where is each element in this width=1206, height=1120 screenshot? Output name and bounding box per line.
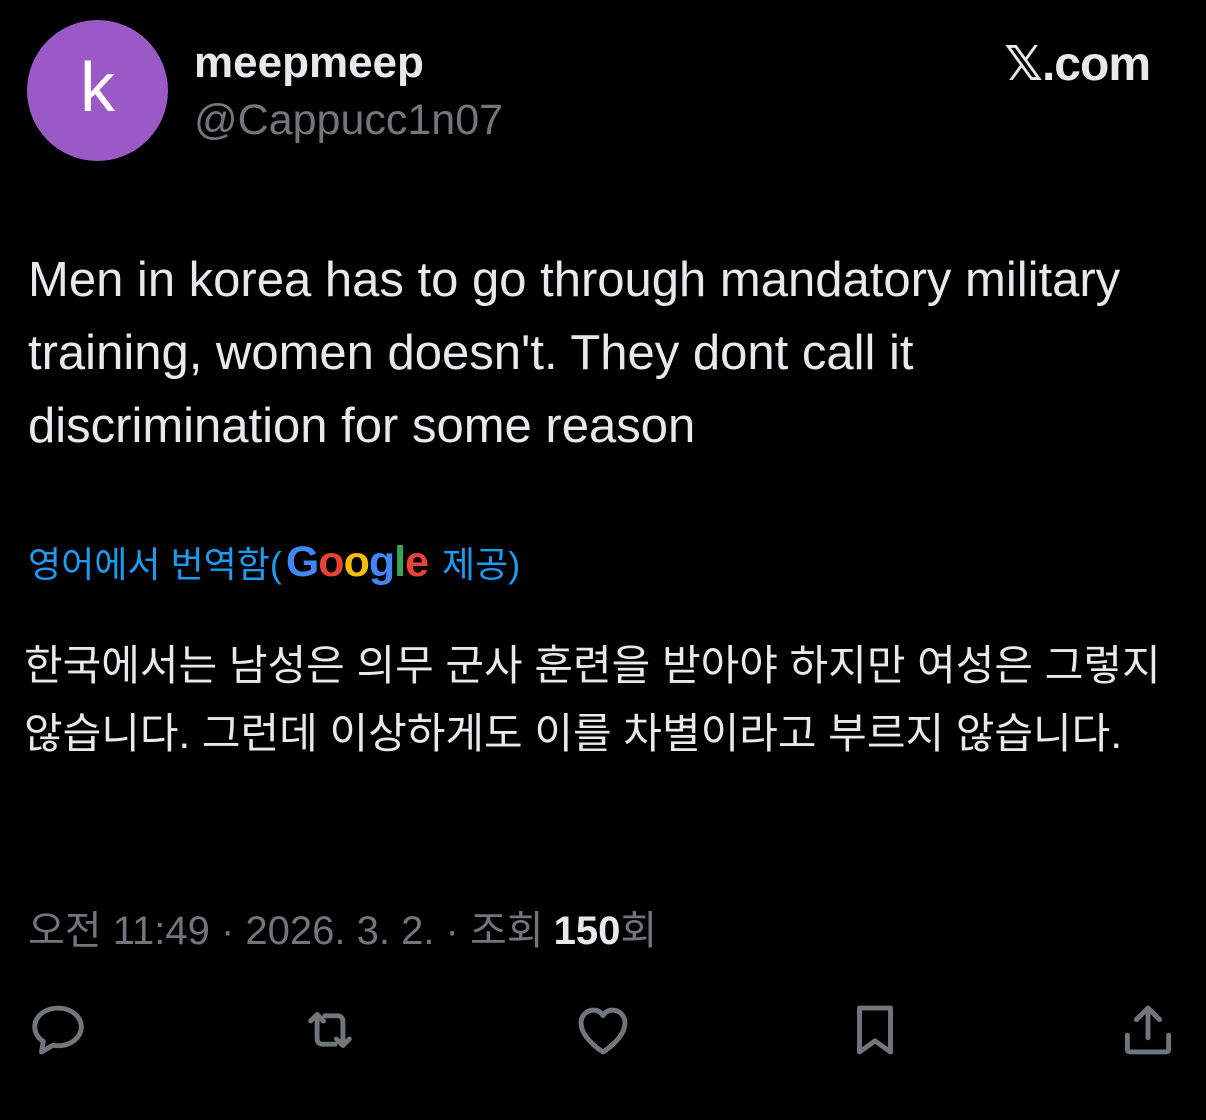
author-handle[interactable]: @Cappucc1n07	[194, 96, 503, 145]
share-button[interactable]	[1113, 995, 1183, 1065]
author-display-name[interactable]: meepmeep	[194, 38, 424, 88]
avatar[interactable]: k	[27, 20, 168, 161]
bookmark-button[interactable]	[840, 995, 910, 1065]
retweet-icon	[308, 1012, 352, 1048]
view-count: 150	[553, 909, 621, 953]
tweet-meta: 오전 11:49 · 2026. 3. 2. · 조회 150 회	[28, 898, 657, 956]
translation-attribution[interactable]: 영어에서 번역함( Google 제공)	[28, 536, 520, 588]
reply-icon	[32, 1005, 84, 1055]
retweet-button[interactable]	[295, 995, 365, 1065]
translation-label: 영어에서 번역함(	[28, 544, 282, 585]
bookmark-icon	[857, 1005, 893, 1055]
translation-suffix: 제공)	[442, 544, 521, 585]
x-brand-logo: 𝕏.com	[1004, 38, 1151, 91]
action-bar	[0, 995, 1206, 1065]
translated-text: 한국에서는 남성은 의무 군사 훈련을 받아야 하지만 여성은 그렇지 않습니다…	[24, 642, 1161, 757]
timestamp[interactable]: 오전 11:49 · 2026. 3. 2. · 조회	[28, 898, 544, 956]
tweet-detail: k meepmeep @Cappucc1n07 𝕏.com Men in kor…	[0, 0, 1206, 1120]
avatar-letter: k	[80, 47, 115, 126]
reply-button[interactable]	[23, 995, 93, 1065]
google-logo: Google	[285, 537, 429, 586]
share-icon	[1124, 1005, 1172, 1055]
heart-icon	[578, 1007, 628, 1055]
view-suffix: 회	[620, 909, 658, 953]
like-button[interactable]	[568, 995, 638, 1065]
tweet-text: Men in korea has to go through mandatory…	[28, 253, 1121, 453]
